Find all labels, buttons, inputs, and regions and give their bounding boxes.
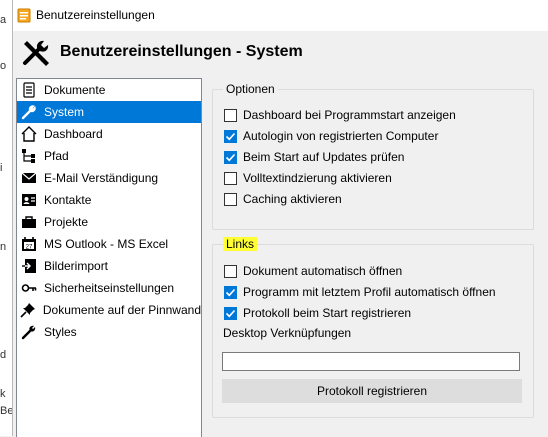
option-dashboard-start[interactable]: Dashboard bei Programmstart anzeigen [224, 107, 456, 123]
checkbox-label: Protokoll beim Start registrieren [243, 306, 412, 320]
nav-item-styles[interactable]: Styles [17, 321, 201, 343]
checkmark-icon [225, 288, 236, 296]
nav-item-label: Dashboard [44, 127, 103, 141]
page-title: Benutzereinstellungen - System [60, 43, 303, 60]
desktop-shortcuts-label: Desktop Verknüpfungen [223, 326, 352, 340]
pin-icon [20, 301, 37, 319]
checkbox-checked[interactable] [224, 129, 237, 143]
checkmark-icon [225, 132, 236, 140]
checkbox[interactable] [224, 171, 237, 185]
nav-item-pfad[interactable]: Pfad [17, 145, 201, 167]
nav-item-dokumente[interactable]: Dokumente [17, 79, 201, 101]
nav-item-label: Dokumente auf der Pinnwand [42, 303, 201, 317]
checkbox-label: Dokument automatisch öffnen [243, 264, 403, 278]
tree-path-icon [20, 147, 38, 165]
checkbox-label: Caching aktivieren [243, 192, 342, 206]
nav-item-label: Bilderimport [44, 259, 109, 273]
wrench-icon [23, 40, 49, 66]
checkmark-icon [225, 309, 236, 317]
option-caching[interactable]: Caching aktivieren [224, 191, 342, 207]
nav-item-label: MS Outlook - MS Excel [44, 237, 169, 251]
nav-item-pinnwand[interactable]: Dokumente auf der Pinnwand [17, 299, 201, 321]
nav-item-label: System [44, 105, 85, 119]
home-icon [20, 125, 38, 143]
calendar-icon: 27 [20, 235, 38, 253]
checkbox[interactable] [224, 108, 237, 122]
nav-item-label: Pfad [44, 149, 69, 163]
contact-card-icon [20, 191, 38, 209]
nav-item-projekte[interactable]: Projekte [17, 211, 201, 233]
checkbox-label: Volltextindzierung aktivieren [243, 171, 392, 185]
settings-category-list: Dokumente System Dashboard Pfad E-Mail V… [16, 78, 202, 437]
svg-text:27: 27 [26, 245, 33, 251]
image-import-icon [20, 257, 38, 275]
briefcase-icon [20, 213, 38, 231]
wrench-icon [20, 103, 38, 121]
option-letztes-profil[interactable]: Programm mit letztem Profil automatisch … [224, 284, 496, 300]
background-text: d [0, 349, 7, 361]
option-updates[interactable]: Beim Start auf Updates prüfen [224, 149, 404, 165]
nav-item-system[interactable]: System [17, 101, 201, 123]
nav-item-email[interactable]: E-Mail Verständigung [17, 167, 201, 189]
checkbox-checked[interactable] [224, 306, 237, 320]
option-protokoll-start[interactable]: Protokoll beim Start registrieren [224, 305, 411, 321]
links-legend: Links [223, 237, 258, 251]
checkmark-icon [225, 153, 236, 161]
option-dokument-oeffnen[interactable]: Dokument automatisch öffnen [224, 263, 402, 279]
checkbox-label: Autologin von registrierten Computer [243, 129, 439, 143]
wrench-icon [20, 323, 38, 341]
checkbox-label: Beim Start auf Updates prüfen [243, 150, 405, 164]
email-icon [20, 169, 38, 187]
checkbox[interactable] [224, 264, 237, 278]
nav-item-sicherheitseinstellungen[interactable]: Sicherheitseinstellungen [17, 277, 201, 299]
checkbox-label: Dashboard bei Programmstart anzeigen [243, 108, 456, 122]
optionen-legend: Optionen [223, 82, 278, 96]
background-text: k [0, 388, 6, 400]
nav-item-bilderimport[interactable]: Bilderimport [17, 255, 201, 277]
key-icon [20, 279, 38, 297]
option-autologin[interactable]: Autologin von registrierten Computer [224, 128, 438, 144]
background-text: a [0, 14, 7, 26]
window-title: Benutzereinstellungen [36, 8, 155, 22]
nav-item-label: Sicherheitseinstellungen [44, 281, 175, 295]
settings-dialog: Benutzereinstellungen Benutzereinstellun… [12, 0, 548, 437]
document-icon [20, 81, 38, 99]
nav-item-label: Projekte [44, 215, 89, 229]
nav-item-label: E-Mail Verständigung [44, 171, 159, 185]
title-bar[interactable]: Benutzereinstellungen [13, 0, 548, 31]
checkbox-checked[interactable] [224, 285, 237, 299]
checkbox[interactable] [224, 192, 237, 206]
register-protocol-button[interactable]: Protokoll registrieren [222, 379, 522, 403]
background-text: i [0, 162, 3, 174]
checkbox-label: Programm mit letztem Profil automatisch … [243, 285, 496, 299]
background-text: n [0, 241, 7, 253]
nav-item-label: Kontakte [44, 193, 92, 207]
checkbox-checked[interactable] [224, 150, 237, 164]
nav-item-label: Dokumente [44, 83, 106, 97]
background-text: o [0, 60, 7, 72]
nav-item-dashboard[interactable]: Dashboard [17, 123, 201, 145]
option-volltext[interactable]: Volltextindzierung aktivieren [224, 170, 392, 186]
nav-item-kontakte[interactable]: Kontakte [17, 189, 201, 211]
app-icon [17, 8, 31, 23]
nav-item-ms-outlook-excel[interactable]: 27 MS Outlook - MS Excel [17, 233, 201, 255]
desktop-shortcuts-input[interactable] [222, 352, 520, 371]
nav-item-label: Styles [44, 325, 77, 339]
